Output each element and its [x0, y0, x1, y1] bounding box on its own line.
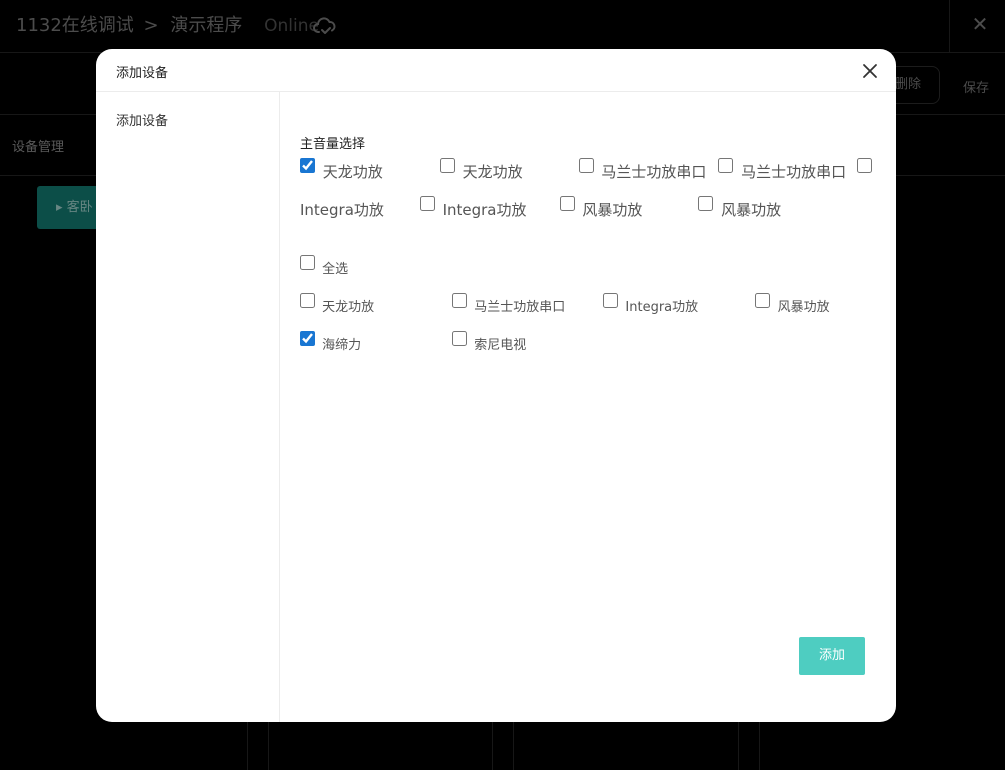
option-label: 马兰士功放串口 [474, 300, 566, 315]
dialog-sidebar: 添加设备 [96, 92, 280, 722]
close-icon[interactable] [860, 61, 880, 81]
checkbox[interactable] [603, 293, 619, 308]
device-option[interactable]: Integra功放 [603, 293, 751, 315]
volume-option[interactable]: 风暴功放 [559, 196, 694, 220]
device-option[interactable]: 风暴功放 [755, 293, 830, 315]
device-option[interactable]: 索尼电视 [452, 331, 526, 353]
option-label: 天龙功放 [322, 163, 383, 181]
select-all-label: 全选 [322, 262, 349, 277]
volume-row-1: 天龙功放 天龙功放 马兰士功放串口 马兰士功放串口 [300, 158, 875, 182]
volume-option-label: Integra功放 [300, 196, 415, 220]
device-option[interactable]: 天龙功放 [300, 293, 448, 315]
volume-option[interactable]: 天龙功放 [439, 158, 574, 182]
device-option[interactable]: 马兰士功放串口 [452, 293, 599, 315]
checkbox[interactable] [452, 331, 468, 346]
option-label: 天龙功放 [322, 300, 375, 315]
checkbox[interactable] [755, 293, 771, 308]
select-all-row: 全选 [300, 255, 348, 277]
select-all-checkbox[interactable] [300, 255, 315, 270]
checkbox[interactable] [718, 158, 734, 173]
section-title: 主音量选择 [300, 137, 366, 152]
option-label: 风暴功放 [777, 300, 830, 315]
checkbox[interactable] [439, 158, 455, 173]
volume-option[interactable]: 马兰士功放串口 [578, 158, 714, 182]
volume-option[interactable]: 风暴功放 [698, 196, 781, 220]
option-label: 天龙功放 [462, 163, 523, 181]
option-label: Integra功放 [442, 201, 527, 219]
volume-option[interactable]: Integra功放 [419, 196, 555, 220]
checkbox[interactable] [857, 158, 873, 173]
device-option[interactable]: 海缔力 [300, 331, 448, 353]
checkbox[interactable] [452, 293, 468, 308]
device-row-2: 海缔力 索尼电视 [300, 331, 526, 353]
dialog-title: 添加设备 [116, 66, 169, 81]
volume-option[interactable]: 天龙功放 [300, 158, 435, 182]
checkbox[interactable] [698, 196, 714, 211]
device-row-1: 天龙功放 马兰士功放串口 Integra功放 风暴功放 [300, 293, 830, 315]
sidebar-item-add-device[interactable]: 添加设备 [116, 110, 168, 129]
add-button[interactable]: 添加 [799, 637, 865, 675]
option-label: 风暴功放 [582, 201, 643, 219]
option-label: 马兰士功放串口 [741, 163, 847, 181]
checkbox[interactable] [300, 331, 315, 346]
checkbox[interactable] [300, 293, 315, 308]
volume-row-2: Integra功放 Integra功放 风暴功放 风暴功放 [300, 196, 781, 220]
option-label: 海缔力 [322, 338, 362, 353]
dialog-header: 添加设备 [96, 49, 896, 92]
option-label: Integra功放 [300, 201, 384, 219]
select-all-option[interactable]: 全选 [300, 255, 348, 277]
checkbox[interactable] [300, 158, 315, 173]
volume-option[interactable]: 马兰士功放串口 [718, 158, 852, 182]
option-label: 索尼电视 [474, 338, 527, 353]
option-label: 马兰士功放串口 [601, 163, 707, 181]
volume-option[interactable] [857, 158, 875, 176]
option-label: Integra功放 [625, 300, 699, 315]
checkbox[interactable] [419, 196, 435, 211]
checkbox[interactable] [578, 158, 594, 173]
add-device-dialog: 添加设备 添加设备 主音量选择 天龙功放 天龙功放 马兰士功放串口 马兰士功放串… [96, 49, 896, 722]
option-label: 风暴功放 [721, 201, 782, 219]
checkbox[interactable] [559, 196, 575, 211]
